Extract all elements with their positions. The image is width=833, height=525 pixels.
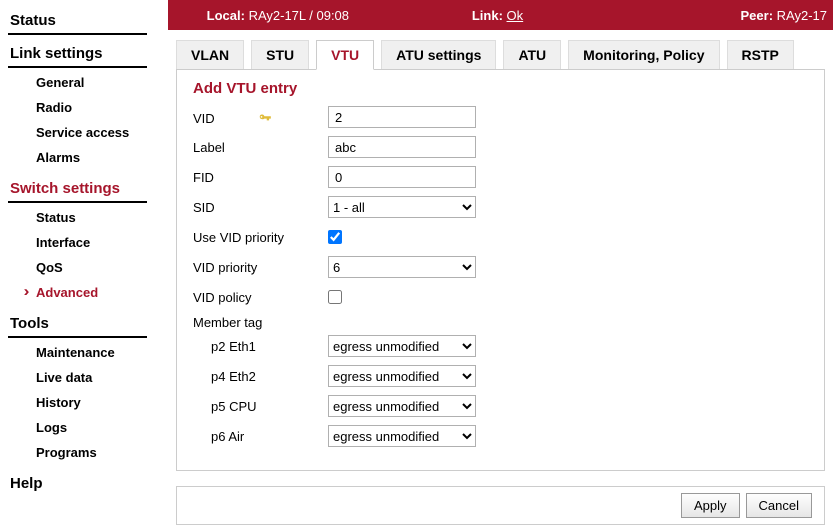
member-tag-label: Member tag: [193, 315, 808, 330]
nav-item-switch-status[interactable]: Status: [8, 205, 157, 230]
tab-atu-settings[interactable]: ATU settings: [381, 40, 496, 70]
vid-input[interactable]: [328, 106, 476, 128]
topbar-peer-label: Peer:: [741, 8, 774, 23]
tabs: VLAN STU VTU ATU settings ATU Monitoring…: [168, 40, 833, 70]
use-vid-prio-label: Use VID priority: [193, 230, 328, 245]
topbar-link-value[interactable]: Ok: [507, 8, 524, 23]
topbar-link: Link: Ok: [388, 8, 608, 23]
nav-item-qos[interactable]: QoS: [8, 255, 157, 280]
topbar-local: Local: RAy2-17L / 09:08: [168, 8, 388, 23]
nav-item-alarms[interactable]: Alarms: [8, 145, 157, 170]
nav-item-live-data[interactable]: Live data: [8, 365, 157, 390]
p5-select[interactable]: egress unmodified: [328, 395, 476, 417]
nav-section-status[interactable]: Status: [8, 8, 147, 35]
topbar-local-value: RAy2-17L / 09:08: [249, 8, 349, 23]
nav-item-radio[interactable]: Radio: [8, 95, 157, 120]
p4-select[interactable]: egress unmodified: [328, 365, 476, 387]
sid-select[interactable]: 1 - all: [328, 196, 476, 218]
p6-label: p6 Air: [193, 429, 328, 444]
nav-item-service-access[interactable]: Service access: [8, 120, 157, 145]
p6-select[interactable]: egress unmodified: [328, 425, 476, 447]
nav-item-maintenance[interactable]: Maintenance: [8, 340, 157, 365]
main-content: Local: RAy2-17L / 09:08 Link: Ok Peer: R…: [158, 0, 833, 506]
vid-prio-select[interactable]: 6: [328, 256, 476, 278]
fid-label: FID: [193, 170, 328, 185]
tab-atu[interactable]: ATU: [503, 40, 561, 70]
sidebar: Status Link settings General Radio Servi…: [0, 0, 158, 506]
label-label: Label: [193, 140, 328, 155]
nav-section-help[interactable]: Help: [8, 471, 147, 496]
nav-item-general[interactable]: General: [8, 70, 157, 95]
topbar-peer-value: RAy2-17: [777, 8, 827, 23]
sid-label: SID: [193, 200, 328, 215]
use-vid-prio-checkbox[interactable]: [328, 230, 342, 244]
vid-prio-label: VID priority: [193, 260, 328, 275]
form-panel: Add VTU entry VID Label FID SID: [176, 69, 825, 471]
tab-stu[interactable]: STU: [251, 40, 309, 70]
vid-policy-label: VID policy: [193, 290, 328, 305]
topbar-local-label: Local:: [207, 8, 245, 23]
nav-item-logs[interactable]: Logs: [8, 415, 157, 440]
nav-section-switch-settings[interactable]: Switch settings: [8, 176, 147, 203]
vid-policy-checkbox[interactable]: [328, 290, 342, 304]
tab-vlan[interactable]: VLAN: [176, 40, 244, 70]
p2-select[interactable]: egress unmodified: [328, 335, 476, 357]
p4-label: p4 Eth2: [193, 369, 328, 384]
tab-monitoring[interactable]: Monitoring, Policy: [568, 40, 719, 70]
vid-label: VID: [193, 109, 328, 126]
topbar-peer: Peer: RAy2-17: [607, 8, 833, 23]
tab-vtu[interactable]: VTU: [316, 40, 374, 70]
topbar: Local: RAy2-17L / 09:08 Link: Ok Peer: R…: [168, 0, 833, 30]
nav-item-interface[interactable]: Interface: [8, 230, 157, 255]
nav-section-link-settings[interactable]: Link settings: [8, 41, 147, 68]
label-input[interactable]: [328, 136, 476, 158]
fid-input[interactable]: [328, 166, 476, 188]
nav-section-tools[interactable]: Tools: [8, 311, 147, 338]
p5-label: p5 CPU: [193, 399, 328, 414]
topbar-link-label: Link:: [472, 8, 503, 23]
form-title: Add VTU entry: [193, 80, 808, 97]
tab-rstp[interactable]: RSTP: [727, 40, 794, 70]
p2-label: p2 Eth1: [193, 339, 328, 354]
nav-item-history[interactable]: History: [8, 390, 157, 415]
nav-item-advanced[interactable]: Advanced: [8, 280, 157, 305]
nav-item-programs[interactable]: Programs: [8, 440, 157, 465]
key-icon: [258, 111, 272, 125]
